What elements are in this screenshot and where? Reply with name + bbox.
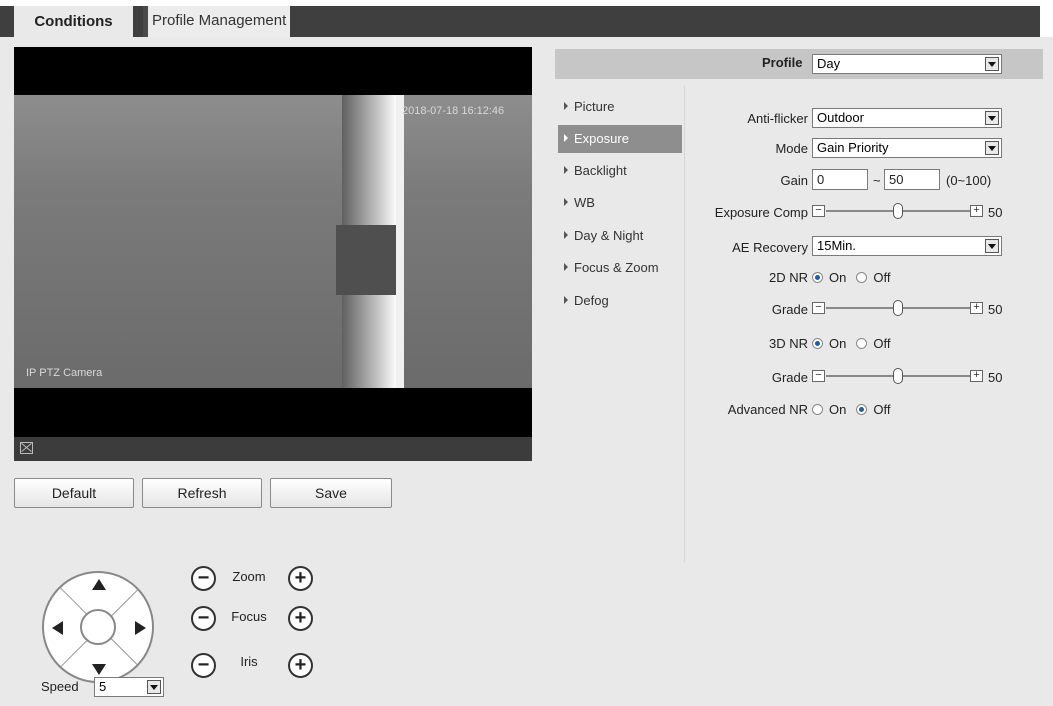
nr-3d-radio-group: On Off [812, 336, 900, 351]
exposure-comp-slider[interactable]: − + 50 [812, 202, 1042, 222]
osd-timestamp: 2018-07-18 16:12:46 [402, 105, 505, 117]
chevron-down-icon [985, 57, 999, 71]
refresh-button[interactable]: Refresh [142, 478, 262, 508]
grade-2d-value: 50 [988, 302, 1003, 317]
plus-icon[interactable]: + [970, 370, 983, 382]
speed-select[interactable]: 5 [94, 677, 164, 697]
grade-3d-value: 50 [988, 370, 1003, 385]
ae-recovery-select[interactable]: 15Min. [812, 236, 1002, 256]
ptz-direction-pad[interactable] [42, 571, 154, 683]
chevron-down-icon [985, 141, 999, 155]
nr-3d-on-radio[interactable] [812, 338, 823, 349]
osd-camera-name: IP PTZ Camera [26, 367, 103, 379]
arrow-right-icon[interactable] [135, 621, 146, 635]
focus-plus-button[interactable]: + [288, 606, 313, 631]
gain-label: Gain [780, 173, 808, 188]
gain-min-input[interactable]: 0 [812, 169, 868, 190]
plus-icon[interactable]: + [970, 302, 983, 314]
save-button[interactable]: Save [270, 478, 392, 508]
advanced-nr-off-radio[interactable] [856, 404, 868, 415]
slider-thumb[interactable] [893, 300, 903, 316]
iris-minus-button[interactable]: − [191, 653, 216, 678]
anti-flicker-select[interactable]: Outdoor [812, 108, 1002, 128]
menu-divider [684, 86, 685, 562]
iris-label: Iris [240, 654, 258, 669]
chevron-down-icon [985, 239, 999, 253]
ptz-center-button[interactable] [80, 609, 116, 645]
caret-right-icon [564, 263, 568, 271]
exposure-comp-label: Exposure Comp [714, 205, 808, 220]
arrow-left-icon[interactable] [52, 621, 63, 635]
tab-profile-management[interactable]: Profile Management [143, 6, 290, 37]
advanced-nr-on-radio[interactable] [812, 404, 823, 415]
advanced-nr-label: Advanced NR [727, 402, 808, 417]
caret-right-icon [564, 198, 568, 206]
nr-2d-on-radio[interactable] [812, 272, 823, 283]
nr-2d-radio-group: On Off [812, 270, 900, 285]
iris-plus-button[interactable]: + [288, 653, 313, 678]
nr-2d-label: 2D NR [768, 270, 808, 285]
caret-right-icon [564, 296, 568, 304]
anti-flicker-label: Anti-flicker [747, 111, 808, 126]
slider-thumb[interactable] [893, 368, 903, 384]
profile-label: Profile [762, 55, 803, 70]
minus-icon[interactable]: − [812, 370, 825, 382]
video-scene [14, 95, 532, 388]
caret-right-icon [564, 134, 568, 142]
grade-2d-label: Grade [771, 302, 808, 317]
caret-right-icon [564, 166, 568, 174]
video-toolbar [14, 437, 532, 461]
advanced-nr-radio-group: On Off [812, 402, 900, 417]
chevron-down-icon [147, 680, 161, 694]
ae-recovery-label: AE Recovery [732, 240, 808, 255]
caret-right-icon [564, 231, 568, 239]
exposure-comp-value: 50 [988, 205, 1003, 220]
gain-separator: ~ [873, 173, 881, 188]
plus-icon[interactable]: + [970, 205, 983, 217]
zoom-out-button[interactable]: − [191, 566, 216, 591]
arrow-up-icon[interactable] [92, 579, 106, 590]
minus-icon[interactable]: − [812, 205, 825, 217]
speed-label: Speed [41, 679, 79, 694]
zoom-in-button[interactable]: + [288, 566, 313, 591]
chevron-down-icon [985, 111, 999, 125]
mode-label: Mode [775, 141, 808, 156]
profile-select[interactable]: Day [812, 54, 1002, 74]
tab-conditions[interactable]: Conditions [14, 6, 133, 37]
slider-thumb[interactable] [893, 203, 903, 219]
video-preview[interactable]: 2018-07-18 16:12:46 IP PTZ Camera [14, 47, 532, 437]
minus-icon[interactable]: − [812, 302, 825, 314]
arrow-down-icon[interactable] [92, 664, 106, 675]
default-button[interactable]: Default [14, 478, 134, 508]
mode-select[interactable]: Gain Priority [812, 138, 1002, 158]
gain-range-hint: (0~100) [946, 173, 992, 188]
nr-2d-off-radio[interactable] [856, 272, 868, 283]
nr-3d-off-radio[interactable] [856, 338, 868, 349]
grade-3d-label: Grade [771, 370, 808, 385]
grade-3d-slider[interactable]: − + 50 [812, 367, 1042, 387]
zoom-label: Zoom [232, 569, 266, 584]
fullscreen-icon[interactable] [20, 442, 33, 454]
focus-label: Focus [231, 609, 267, 624]
grade-2d-slider[interactable]: − + 50 [812, 299, 1042, 319]
caret-right-icon [564, 102, 568, 110]
focus-minus-button[interactable]: − [191, 606, 216, 631]
gain-max-input[interactable]: 50 [884, 169, 940, 190]
nr-3d-label: 3D NR [768, 336, 808, 351]
